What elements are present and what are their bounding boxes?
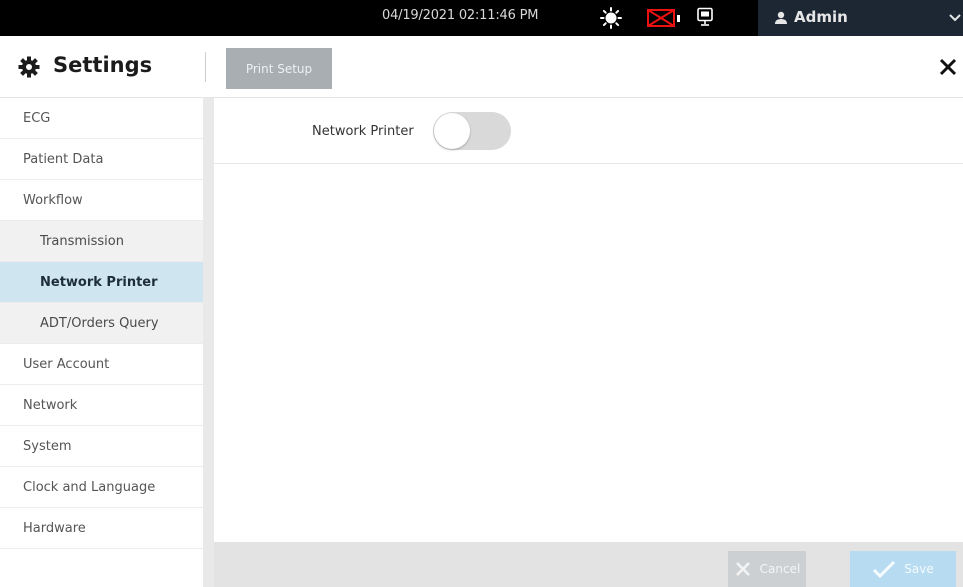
- sidebar-item-adt-orders-query[interactable]: ADT/Orders Query: [0, 303, 203, 344]
- network-printer-label: Network Printer: [312, 124, 414, 139]
- sidebar-item-ecg[interactable]: ECG: [0, 98, 203, 139]
- sidebar-item-label: ADT/Orders Query: [40, 315, 159, 331]
- sidebar-item-network-printer[interactable]: Network Printer: [0, 262, 203, 303]
- checkmark-icon: [873, 560, 896, 578]
- gear-icon: [18, 56, 40, 78]
- status-bar: 04/19/2021 02:11:46 PM Admin: [0, 0, 963, 36]
- sidebar-item-label: Workflow: [23, 192, 83, 208]
- tab-print-setup[interactable]: Print Setup: [226, 48, 332, 89]
- cancel-label: Cancel: [759, 562, 801, 576]
- mail-error-icon[interactable]: [647, 8, 681, 28]
- sidebar-item-patient-data[interactable]: Patient Data: [0, 139, 203, 180]
- main-content: Network Printer: [214, 98, 963, 542]
- sidebar-item-clock-and-language[interactable]: Clock and Language: [0, 467, 203, 508]
- action-footer: Cancel Save: [214, 542, 963, 587]
- sidebar-item-transmission[interactable]: Transmission: [0, 221, 203, 262]
- user-name: Admin: [794, 8, 848, 26]
- chevron-down-icon[interactable]: [948, 11, 962, 25]
- settings-sidebar: ECG Patient Data Workflow Transmission N…: [0, 98, 203, 587]
- user-menu[interactable]: Admin: [758, 0, 963, 36]
- sidebar-item-system[interactable]: System: [0, 426, 203, 467]
- close-icon: [939, 58, 957, 76]
- sidebar-item-label: ECG: [23, 110, 51, 126]
- sidebar-separator: [203, 98, 214, 587]
- sidebar-item-label: System: [23, 438, 72, 454]
- sun-icon[interactable]: [600, 7, 622, 29]
- sidebar-item-label: User Account: [23, 356, 110, 372]
- sidebar-item-user-account[interactable]: User Account: [0, 344, 203, 385]
- cancel-button[interactable]: Cancel: [728, 551, 806, 587]
- sidebar-item-label: Network: [23, 397, 78, 413]
- settings-header: Settings Print Setup: [0, 36, 963, 98]
- monitor-icon[interactable]: [695, 7, 715, 27]
- close-icon: [735, 562, 750, 576]
- sidebar-item-label: Clock and Language: [23, 479, 156, 495]
- sidebar-item-hardware[interactable]: Hardware: [0, 508, 203, 549]
- datetime-display: 04/19/2021 02:11:46 PM: [382, 8, 539, 23]
- save-button[interactable]: Save: [850, 551, 956, 587]
- sidebar-item-label: Patient Data: [23, 151, 104, 167]
- header-divider: [205, 52, 206, 82]
- page-title: Settings: [53, 53, 153, 77]
- network-printer-row: Network Printer: [214, 98, 963, 164]
- sidebar-item-label: Hardware: [23, 520, 86, 536]
- user-icon: [775, 11, 787, 24]
- network-printer-toggle[interactable]: [433, 112, 511, 150]
- sidebar-item-label: Network Printer: [40, 274, 158, 290]
- sidebar-item-network[interactable]: Network: [0, 385, 203, 426]
- save-label: Save: [904, 562, 934, 576]
- toggle-knob: [434, 113, 470, 149]
- close-button[interactable]: [935, 54, 961, 80]
- sidebar-item-label: Transmission: [40, 233, 124, 249]
- sidebar-item-workflow[interactable]: Workflow: [0, 180, 203, 221]
